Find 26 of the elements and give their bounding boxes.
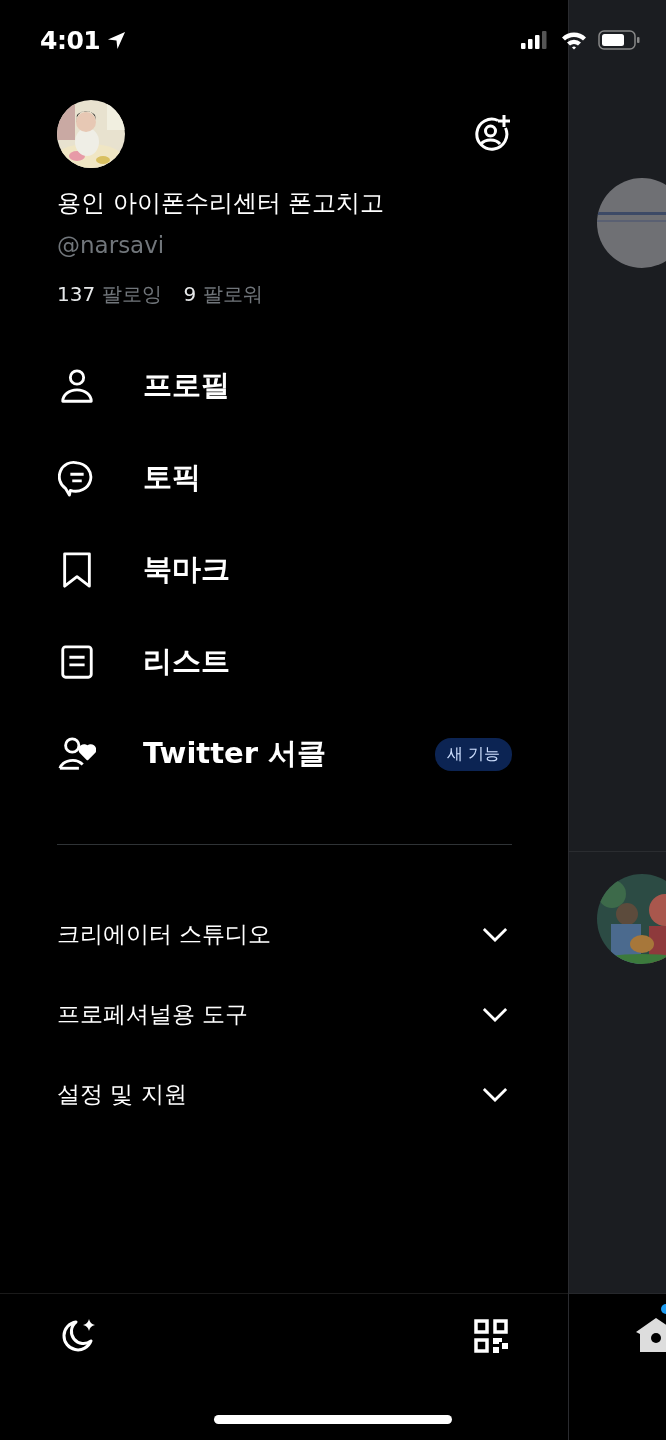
person-icon[interactable] xyxy=(58,367,96,405)
location-arrow-icon xyxy=(107,30,127,50)
signal-icon xyxy=(521,31,549,49)
menu-item[interactable]: 토픽 xyxy=(143,458,201,498)
section-header[interactable]: 설정 및 지원 xyxy=(57,1078,187,1110)
battery-icon xyxy=(598,30,640,50)
section-header[interactable]: 크리에이터 스튜디오 xyxy=(57,918,272,950)
chevron-icon[interactable] xyxy=(482,1086,508,1102)
following-count[interactable]: 137 팔로잉 xyxy=(57,280,162,308)
status-time: 4:01 xyxy=(40,25,101,55)
menu-item[interactable]: 북마크 xyxy=(143,550,230,590)
menu-item[interactable]: Twitter 서클 xyxy=(143,734,327,774)
section-header[interactable]: 프로페셔널용 도구 xyxy=(57,998,249,1030)
user-handle: @narsavi xyxy=(57,231,166,260)
menu-item[interactable]: 프로필 xyxy=(143,366,230,406)
add-account-icon[interactable] xyxy=(472,114,512,154)
followers-count[interactable]: 9 팔로워 xyxy=(183,280,263,308)
people-heart-icon[interactable] xyxy=(58,735,96,773)
chevron-icon[interactable] xyxy=(482,1006,508,1022)
display-name: 용인 아이폰수리센터 폰고치고 xyxy=(57,188,386,219)
menu-item[interactable]: 리스트 xyxy=(143,642,230,682)
chevron-icon[interactable] xyxy=(482,926,508,942)
wifi-icon xyxy=(561,30,587,50)
document-icon[interactable] xyxy=(58,643,96,681)
new-feature-badge: 새 기능 xyxy=(434,737,512,771)
qr-code-icon[interactable] xyxy=(474,1319,508,1353)
